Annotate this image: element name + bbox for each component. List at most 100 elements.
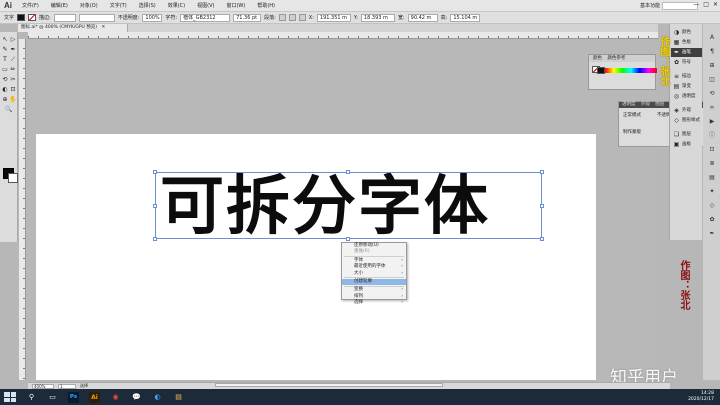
gradient-tool-icon[interactable]: ◐	[1, 86, 9, 94]
stroke-color-box[interactable]	[8, 173, 18, 183]
align-center-button[interactable]	[288, 14, 296, 21]
character-panel-icon[interactable]: A	[708, 34, 716, 42]
windows-start-icon[interactable]	[4, 392, 16, 402]
dock-stroke[interactable]: ≡ 描边	[671, 72, 702, 81]
chrome-icon[interactable]: ◉	[110, 392, 121, 403]
symbols-panel-icon[interactable]: ✿	[708, 216, 716, 224]
color-panel-fill-swatch[interactable]	[597, 67, 605, 74]
transform-panel-icon[interactable]: ⟲	[708, 90, 716, 98]
stroke-swatch[interactable]	[28, 14, 37, 21]
dock-graphic-styles[interactable]: ◇ 图形样式	[671, 116, 702, 125]
y-field[interactable]: 18.393 m	[360, 13, 395, 22]
selection-tool-icon[interactable]: ↖	[1, 36, 9, 44]
wechat-icon[interactable]: 💬	[131, 392, 142, 403]
dock-swatches[interactable]: ▦ 色板	[671, 38, 702, 47]
artboard-number-field[interactable]: 1	[58, 383, 76, 389]
ctx-select[interactable]: 选择 ›	[342, 300, 406, 306]
handle-bottom-right[interactable]	[540, 237, 544, 241]
menu-edit[interactable]: 编辑(E)	[45, 2, 74, 9]
document-tab[interactable]: 图标.ai* @ 400% (CMYK/GPU 预览) ✕	[18, 24, 128, 32]
align-right-button[interactable]	[298, 14, 306, 21]
search-icon[interactable]: ⚲	[26, 392, 37, 403]
stroke-weight-field[interactable]	[53, 13, 76, 22]
photoshop-icon[interactable]: Ps	[68, 391, 79, 403]
minimize-button[interactable]: —	[693, 1, 699, 8]
vertical-ruler[interactable]	[19, 39, 26, 380]
qq-icon[interactable]: ◐	[152, 392, 163, 403]
paragraph-panel-icon[interactable]: ¶	[708, 48, 716, 56]
handle-top-center[interactable]	[346, 170, 350, 174]
ctx-size[interactable]: 大小 ›	[342, 271, 406, 277]
menu-view[interactable]: 视图(V)	[191, 2, 220, 9]
horizontal-scrollbar[interactable]	[215, 383, 443, 387]
fill-swatch[interactable]	[17, 14, 26, 21]
task-view-icon[interactable]: ▭	[47, 392, 58, 403]
info-panel-icon[interactable]: ⓘ	[708, 132, 716, 140]
make-mask-button[interactable]: 制作蒙版	[623, 129, 641, 135]
horizontal-ruler[interactable]	[28, 32, 658, 39]
zoom-tool-icon[interactable]: 🔍	[5, 106, 13, 114]
handle-bottom-center[interactable]	[346, 237, 350, 241]
handle-top-left[interactable]	[153, 170, 157, 174]
height-field[interactable]: 15.104 m	[450, 13, 481, 22]
variable-width-field[interactable]	[78, 13, 115, 22]
shape-builder-tool-icon[interactable]: ⊕	[1, 96, 9, 104]
magic-wand-panel-icon[interactable]: ✦	[708, 188, 716, 196]
width-field[interactable]: 90.42 m	[407, 13, 438, 22]
dock-layers[interactable]: ❏ 图层	[671, 130, 702, 139]
menu-file[interactable]: 文件(F)	[16, 2, 45, 9]
artboard-tool-icon[interactable]: ⊡	[9, 86, 17, 94]
actions-panel-icon[interactable]: ▶	[708, 118, 716, 126]
color-spectrum-bar[interactable]	[605, 68, 657, 73]
ctx-create-outlines[interactable]: 创建轮廓	[342, 278, 406, 286]
handle-bottom-left[interactable]	[153, 237, 157, 241]
color-guide-tab[interactable]: 颜色参考	[607, 56, 625, 61]
line-tool-icon[interactable]: ⟋	[9, 56, 17, 64]
pathfinder-panel-icon[interactable]: ◫	[708, 76, 716, 84]
dock-transparency[interactable]: ◎ 透明度	[671, 92, 702, 101]
dock-appearance[interactable]: ◈ 外观	[671, 106, 702, 115]
menu-effect[interactable]: 效果(C)	[162, 2, 191, 9]
rectangle-tool-icon[interactable]: ▭	[1, 66, 9, 74]
menu-select[interactable]: 选择(S)	[133, 2, 162, 9]
close-tab-icon[interactable]: ✕	[101, 25, 105, 30]
file-explorer-icon[interactable]: ▤	[173, 392, 184, 403]
hand-tool-icon[interactable]: ✋	[9, 96, 17, 104]
graphic-styles-panel-icon[interactable]: ◇	[708, 202, 716, 210]
blend-mode-label[interactable]: 正常模式	[623, 112, 641, 118]
scissors-tool-icon[interactable]: ✂	[9, 76, 17, 84]
menu-help[interactable]: 帮助(H)	[251, 2, 281, 9]
selection-bounding-box[interactable]	[153, 170, 544, 241]
dock-gradient[interactable]: ▤ 渐变	[671, 82, 702, 91]
font-size-field[interactable]: 71.36 pt	[233, 13, 262, 22]
appearance-tab[interactable]: 外观	[641, 102, 650, 107]
handle-middle-left[interactable]	[153, 204, 157, 208]
dock-color[interactable]: ◑ 颜色	[671, 28, 702, 37]
menu-type[interactable]: 文字(T)	[104, 2, 133, 9]
handle-top-right[interactable]	[540, 170, 544, 174]
color-tab[interactable]: 颜色	[593, 56, 602, 61]
transparency-tab[interactable]: 透明度	[622, 102, 636, 107]
x-field[interactable]: 191.351 m	[316, 13, 351, 22]
maximize-button[interactable]: □	[703, 1, 709, 8]
navigator-panel-icon[interactable]: ⊡	[708, 146, 716, 154]
pencil-tool-icon[interactable]: ✏	[9, 66, 17, 74]
close-button[interactable]: ✕	[713, 1, 718, 8]
document-info-panel-icon[interactable]: ▤	[708, 174, 716, 182]
dock-symbols[interactable]: ✿ 符号	[671, 58, 702, 67]
illustrator-icon[interactable]: Ai	[89, 391, 100, 403]
menu-object[interactable]: 对象(O)	[74, 2, 104, 9]
magic-wand-tool-icon[interactable]: ✎	[1, 46, 9, 54]
rotate-tool-icon[interactable]: ⟲	[1, 76, 9, 84]
dock-artboards[interactable]: ▣ 画板	[671, 140, 702, 149]
type-tool-icon[interactable]: T	[1, 56, 9, 64]
direct-selection-tool-icon[interactable]: ▷	[9, 36, 17, 44]
font-family-field[interactable]: 楷体_GB2312	[180, 13, 231, 22]
system-tray-clock[interactable]: 14:28 2020/12/17	[688, 391, 714, 403]
dock-brushes[interactable]: ✒ 画笔	[671, 48, 702, 57]
attributes-panel-icon[interactable]: ≣	[708, 160, 716, 168]
menu-window[interactable]: 窗口(W)	[220, 2, 251, 9]
opacity-field[interactable]: 100%	[142, 13, 163, 22]
workspace-switcher[interactable]: 基本功能	[640, 2, 660, 9]
zoom-level-field[interactable]: 400%	[32, 383, 54, 389]
